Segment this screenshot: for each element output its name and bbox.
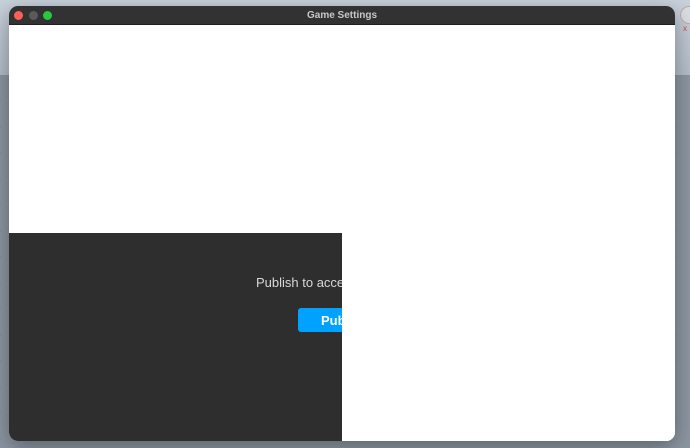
blank-overlay xyxy=(342,233,675,441)
publish-message: Publish to access xyxy=(256,275,342,290)
window-title: Game Settings xyxy=(306,10,378,21)
viewport-mark: x xyxy=(683,24,687,33)
game-settings-window: Game Settings Publish to access Pub xyxy=(9,6,675,441)
title-bar[interactable]: Game Settings xyxy=(9,6,675,25)
settings-content: Publish to access Pub xyxy=(9,25,675,441)
publish-panel: Publish to access Pub xyxy=(9,233,342,441)
publish-button[interactable]: Pub xyxy=(298,308,342,332)
